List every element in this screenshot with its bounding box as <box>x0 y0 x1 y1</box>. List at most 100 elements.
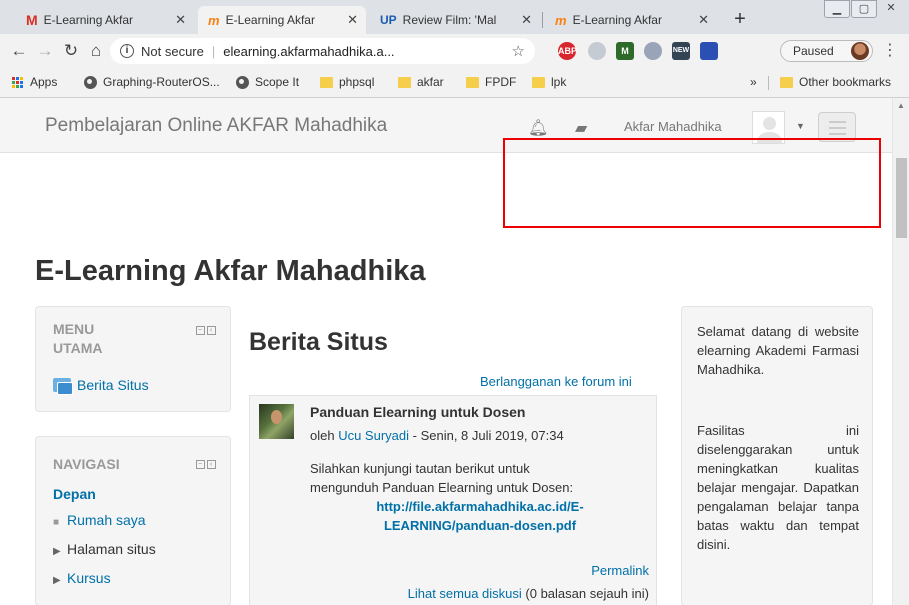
extension-icon[interactable] <box>588 42 606 60</box>
post-date: - Senin, 8 Juli 2019, 07:34 <box>412 428 564 443</box>
welcome-paragraph-2: Fasilitas ini diselenggarakan untuk meni… <box>697 423 859 552</box>
apps-grid-icon <box>12 76 23 88</box>
minimize-icon[interactable]: ▁ <box>824 0 850 18</box>
author-photo[interactable] <box>259 404 294 439</box>
dock-icon[interactable]: ‹ <box>207 460 216 469</box>
extension-flag-icon[interactable] <box>700 42 718 60</box>
info-icon[interactable]: i <box>120 44 134 58</box>
bookmark-fpdf[interactable]: FPDF <box>466 75 516 89</box>
profile-button[interactable]: Paused <box>780 40 873 62</box>
forward-icon[interactable]: → <box>34 41 56 61</box>
menu-kebab-icon[interactable]: ⋮ <box>882 41 898 61</box>
post-body-line: Silahkan kunjungi tautan berikut untuk <box>310 461 530 476</box>
nav-item-halaman-situs[interactable]: ▶ Halaman situs <box>53 536 156 565</box>
block-welcome: Selamat datang di website elearning Akad… <box>681 306 873 605</box>
block-title: NAVIGASI <box>53 456 120 472</box>
dock-icon[interactable]: ‹ <box>207 326 216 335</box>
window-controls: ▁ ▢ ✕ <box>823 0 904 22</box>
folder-icon <box>466 76 479 88</box>
nav-item-label: Halaman situs <box>67 541 156 557</box>
scrollbar-thumb[interactable] <box>896 158 907 238</box>
gmail-icon: M <box>26 12 38 28</box>
extension-m-icon[interactable]: M <box>616 42 634 60</box>
home-icon[interactable]: ⌂ <box>85 41 107 61</box>
close-icon[interactable]: ✕ <box>347 12 358 28</box>
bookmark-lpk[interactable]: lpk <box>532 75 566 89</box>
browser-tab-4[interactable]: m E-Learning Akfar ✕ <box>545 6 717 34</box>
tab-title: Review Film: 'Mal <box>402 13 497 27</box>
block-title-line2: UTAMA <box>53 340 103 356</box>
security-label: Not secure <box>141 43 204 59</box>
nav-home-link[interactable]: Depan <box>53 481 156 507</box>
chevron-right-icon: ▶ <box>53 575 61 586</box>
nav-item-rumah-saya[interactable]: ■ Rumah saya <box>53 507 156 536</box>
collapse-icon[interactable]: − <box>196 460 205 469</box>
scroll-up-icon[interactable]: ▲ <box>897 101 905 110</box>
browser-tab-2[interactable]: m E-Learning Akfar ✕ <box>198 6 366 34</box>
bookmarks-bar: Apps Graphing-RouterOS... Scope It phpsq… <box>0 68 909 98</box>
block-controls: − ‹ <box>194 324 216 335</box>
highlight-box <box>503 138 881 228</box>
author-link[interactable]: Ucu Suryadi <box>338 428 409 443</box>
bookmark-other[interactable]: Other bookmarks <box>780 75 891 89</box>
browser-tab-3[interactable]: UP Review Film: 'Mal ✕ <box>370 6 540 34</box>
bookmark-scope-it[interactable]: Scope It <box>236 75 299 89</box>
globe-icon <box>236 75 249 89</box>
bookmark-apps[interactable]: Apps <box>12 75 57 89</box>
page-scrollbar[interactable]: ▲ <box>892 98 909 605</box>
maximize-icon[interactable]: ▢ <box>851 0 877 18</box>
nav-tree: Depan ■ Rumah saya ▶ Halaman situs ▶ Kursus <box>53 481 156 594</box>
bookmark-phpsql[interactable]: phpsql <box>320 75 374 89</box>
permalink-link[interactable]: Permalink <box>591 563 649 578</box>
block-menu-utama: MENU UTAMA − ‹ Berita Situs <box>35 306 231 412</box>
bookmark-label: lpk <box>551 75 567 89</box>
extension-new-icon[interactable]: NEW <box>672 42 690 60</box>
messages-icon[interactable]: ▰ <box>575 118 587 138</box>
section-title: Berita Situs <box>249 328 388 356</box>
bookmark-graphing-routeros[interactable]: Graphing-RouterOS... <box>84 75 220 89</box>
new-tab-button[interactable]: + <box>728 9 752 31</box>
back-icon[interactable]: ← <box>8 41 30 61</box>
profile-avatar <box>851 42 869 60</box>
nav-item-label: Rumah saya <box>67 512 146 528</box>
sidebar-item-berita-situs[interactable]: Berita Situs <box>53 377 149 395</box>
browser-tab-1[interactable]: M E-Learning Akfar ✕ <box>16 6 194 34</box>
folder-icon <box>398 76 411 88</box>
bookmark-star-icon[interactable]: ☆ <box>512 42 525 60</box>
reload-icon[interactable]: ↻ <box>60 41 82 61</box>
address-bar[interactable]: i Not secure | elearning.akfarmahadhika.… <box>110 38 535 64</box>
page-viewport: Pembelajaran Online AKFAR Mahadhika 🔔︎ ▰… <box>0 98 909 605</box>
close-icon[interactable]: ✕ <box>175 12 186 28</box>
tab-title: E-Learning Akfar <box>572 13 662 27</box>
chevron-down-icon[interactable]: ▼ <box>796 121 805 131</box>
welcome-paragraph-1: Selamat datang di website elearning Akad… <box>697 324 859 377</box>
up-icon: UP <box>380 13 397 27</box>
block-controls: − ‹ <box>194 458 216 469</box>
bookmark-label: Other bookmarks <box>799 75 892 89</box>
site-brand[interactable]: Pembelajaran Online AKFAR Mahadhika <box>45 115 387 137</box>
overflow-label: » <box>750 75 757 89</box>
bookmarks-overflow-button[interactable]: » <box>750 75 757 89</box>
post-attachment-link[interactable]: http://file.akfarmahadhika.ac.id/E- LEAR… <box>310 497 650 535</box>
bookmark-label: Scope It <box>255 75 300 89</box>
reply-count: (0 balasan sejauh ini) <box>521 586 649 601</box>
tab-title: E-Learning Akfar <box>225 13 315 27</box>
close-icon[interactable]: ✕ <box>521 12 532 28</box>
forum-icon <box>53 378 73 395</box>
subscribe-forum-link[interactable]: Berlangganan ke forum ini <box>480 374 632 389</box>
collapse-icon[interactable]: − <box>196 326 205 335</box>
notification-bell-icon[interactable]: 🔔︎ <box>528 118 548 138</box>
user-name[interactable]: Akfar Mahadhika <box>624 119 722 134</box>
nav-item-label: Kursus <box>67 570 111 586</box>
close-window-icon[interactable]: ✕ <box>878 0 904 18</box>
close-icon[interactable]: ✕ <box>698 12 709 28</box>
post-byline: oleh Ucu Suryadi - Senin, 8 Juli 2019, 0… <box>310 428 564 443</box>
divider: | <box>211 43 216 59</box>
view-discussion-link[interactable]: Lihat semua diskusi <box>408 586 522 601</box>
bookmark-akfar[interactable]: akfar <box>398 75 444 89</box>
adblock-icon[interactable]: ABP <box>558 42 577 60</box>
nav-item-kursus[interactable]: ▶ Kursus <box>53 565 156 594</box>
extension-globe-icon[interactable] <box>644 42 662 60</box>
moodle-icon: m <box>208 12 220 28</box>
browser-toolbar: ← → ↻ ⌂ i Not secure | elearning.akfarma… <box>0 34 909 68</box>
